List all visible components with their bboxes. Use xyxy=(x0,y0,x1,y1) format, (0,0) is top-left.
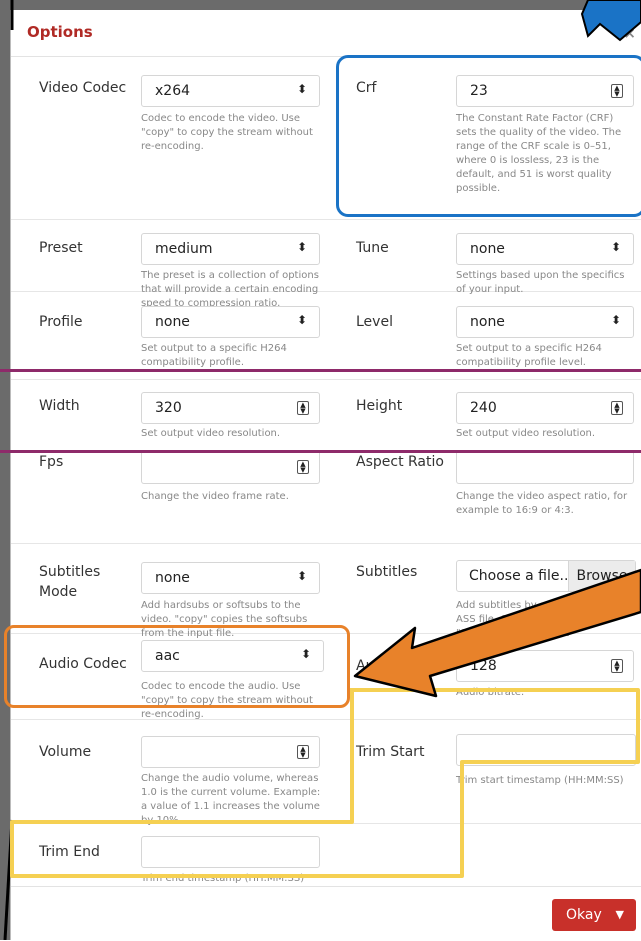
dialog-footer: Okay ▼ xyxy=(11,886,641,941)
trim-end-input[interactable] xyxy=(141,836,320,868)
audio-bitrate-help: Audio bitrate. xyxy=(456,687,525,698)
options-dialog: Options × Video Codec x264 ⬍ Codec to en… xyxy=(10,10,641,940)
width-input[interactable]: 320 ▲ ▼ xyxy=(141,392,320,424)
select-arrow-icon: ⬍ xyxy=(296,313,307,327)
row-trim-end: Trim End Trim end timestamp (HH:MM:SS) xyxy=(11,824,641,886)
crf-help: The Constant Rate Factor (CRF) sets the … xyxy=(456,113,622,194)
aspect-ratio-label: Aspect Ratio xyxy=(356,454,444,470)
trim-start-input[interactable] xyxy=(456,734,636,766)
height-help: Set output video resolution. xyxy=(456,428,596,439)
volume-input[interactable]: ▲ ▼ xyxy=(141,736,320,768)
row-profile: Profile none ⬍ Set output to a specific … xyxy=(11,292,641,380)
crf-input[interactable]: 23 ▲ ▼ xyxy=(456,75,634,107)
select-arrow-icon: ⬍ xyxy=(296,569,307,583)
dialog-title: Options xyxy=(27,23,93,41)
trim-start-help: Trim start timestamp (HH:MM:SS) xyxy=(456,775,624,786)
purple-line-bottom xyxy=(0,450,641,453)
level-label: Level xyxy=(356,314,393,330)
profile-select[interactable]: none ⬍ xyxy=(141,306,320,338)
trim-end-label: Trim End xyxy=(39,844,100,860)
purple-line-top xyxy=(0,369,641,372)
dialog-header: Options × xyxy=(11,10,641,57)
tune-label: Tune xyxy=(356,240,389,256)
subtitles-label: Subtitles xyxy=(356,564,418,580)
audio-bitrate-label: Au xyxy=(356,658,375,674)
subtitles-file-value: Choose a file... xyxy=(469,568,573,584)
row-fps: Fps ▲ ▼ Change the video frame rate. Aspe… xyxy=(11,452,641,544)
subtitles-mode-label: Subtitles Mode xyxy=(39,564,101,600)
row-preset: Preset medium ⬍ The preset is a collecti… xyxy=(11,220,641,309)
audio-bitrate-input[interactable]: 128 ▲ ▼ xyxy=(456,650,634,682)
tune-value: none xyxy=(470,241,505,257)
select-arrow-icon: ⬍ xyxy=(610,313,621,327)
aspect-ratio-input[interactable] xyxy=(456,452,634,484)
audio-codec-select[interactable]: aac ⬍ xyxy=(141,640,324,672)
spinner-icon[interactable]: ▲ ▼ xyxy=(297,401,309,415)
audio-codec-label: Audio Codec xyxy=(39,656,127,672)
video-codec-select[interactable]: x264 ⬍ xyxy=(141,75,320,107)
row-subtitles: Subtitles Mode none ⬍ Add hardsubs or so… xyxy=(11,544,641,639)
chevron-down-icon[interactable]: ▼ xyxy=(616,899,624,931)
profile-value: none xyxy=(155,314,190,330)
height-input[interactable]: 240 ▲ ▼ xyxy=(456,392,634,424)
volume-help: Change the audio volume, whereas 1.0 is … xyxy=(141,773,321,826)
audio-codec-help: Codec to encode the audio. Use "copy" to… xyxy=(141,681,313,720)
browse-button[interactable]: Browse xyxy=(568,561,635,591)
video-codec-value: x264 xyxy=(155,83,191,99)
audio-codec-value: aac xyxy=(155,648,180,664)
spinner-icon[interactable]: ▲ ▼ xyxy=(297,745,309,759)
level-select[interactable]: none ⬍ xyxy=(456,306,634,338)
select-arrow-icon: ⬍ xyxy=(296,240,307,254)
level-help: Set output to a specific H264 compatibil… xyxy=(456,343,602,368)
row-resolution: Width 320 ▲ ▼ Set output video resolution… xyxy=(11,380,641,452)
profile-help: Set output to a specific H264 compatibil… xyxy=(141,343,287,368)
preset-select[interactable]: medium ⬍ xyxy=(141,233,320,265)
okay-label: Okay xyxy=(566,907,602,923)
width-help: Set output video resolution. xyxy=(141,428,281,439)
preset-value: medium xyxy=(155,241,213,257)
level-value: none xyxy=(470,314,505,330)
subtitles-mode-value: none xyxy=(155,570,190,586)
subtitles-mode-select[interactable]: none ⬍ xyxy=(141,562,320,594)
crf-label: Crf xyxy=(356,80,377,96)
spinner-icon[interactable]: ▲ ▼ xyxy=(611,84,623,98)
spinner-icon[interactable]: ▲ ▼ xyxy=(611,401,623,415)
spinner-icon[interactable]: ▲ ▼ xyxy=(611,659,623,673)
row-audio-codec: Audio Codec aac ⬍ Codec to encode the au… xyxy=(11,634,641,720)
profile-label: Profile xyxy=(39,314,83,330)
spinner-icon[interactable]: ▲ ▼ xyxy=(297,460,309,474)
preset-label: Preset xyxy=(39,240,83,256)
row-video-codec: Video Codec x264 ⬍ Codec to encode the v… xyxy=(11,56,641,220)
tune-select[interactable]: none ⬍ xyxy=(456,233,634,265)
crf-value: 23 xyxy=(470,83,488,99)
okay-button[interactable]: Okay ▼ xyxy=(552,899,636,931)
audio-bitrate-value: 128 xyxy=(470,658,497,674)
subtitles-file-input[interactable]: Choose a file... Browse xyxy=(456,560,636,592)
height-label: Height xyxy=(356,398,403,414)
video-codec-label: Video Codec xyxy=(39,80,127,96)
volume-label: Volume xyxy=(39,744,92,760)
trim-end-help: Trim end timestamp (HH:MM:SS) xyxy=(141,873,305,884)
width-label: Width xyxy=(39,398,80,414)
select-arrow-icon: ⬍ xyxy=(300,647,311,661)
close-icon[interactable]: × xyxy=(623,24,636,42)
row-volume: Volume ▲ ▼ Change the audio volume, where… xyxy=(11,720,641,826)
height-value: 240 xyxy=(470,400,497,416)
fps-help: Change the video frame rate. xyxy=(141,491,289,502)
trim-start-label: Trim Start xyxy=(356,744,425,760)
aspect-ratio-help: Change the video aspect ratio, for examp… xyxy=(456,491,628,516)
fps-label: Fps xyxy=(39,454,64,470)
select-arrow-icon: ⬍ xyxy=(296,82,307,96)
fps-input[interactable]: ▲ ▼ xyxy=(141,452,320,484)
width-value: 320 xyxy=(155,400,182,416)
video-codec-help: Codec to encode the video. Use "copy" to… xyxy=(141,113,313,152)
select-arrow-icon: ⬍ xyxy=(610,240,621,254)
